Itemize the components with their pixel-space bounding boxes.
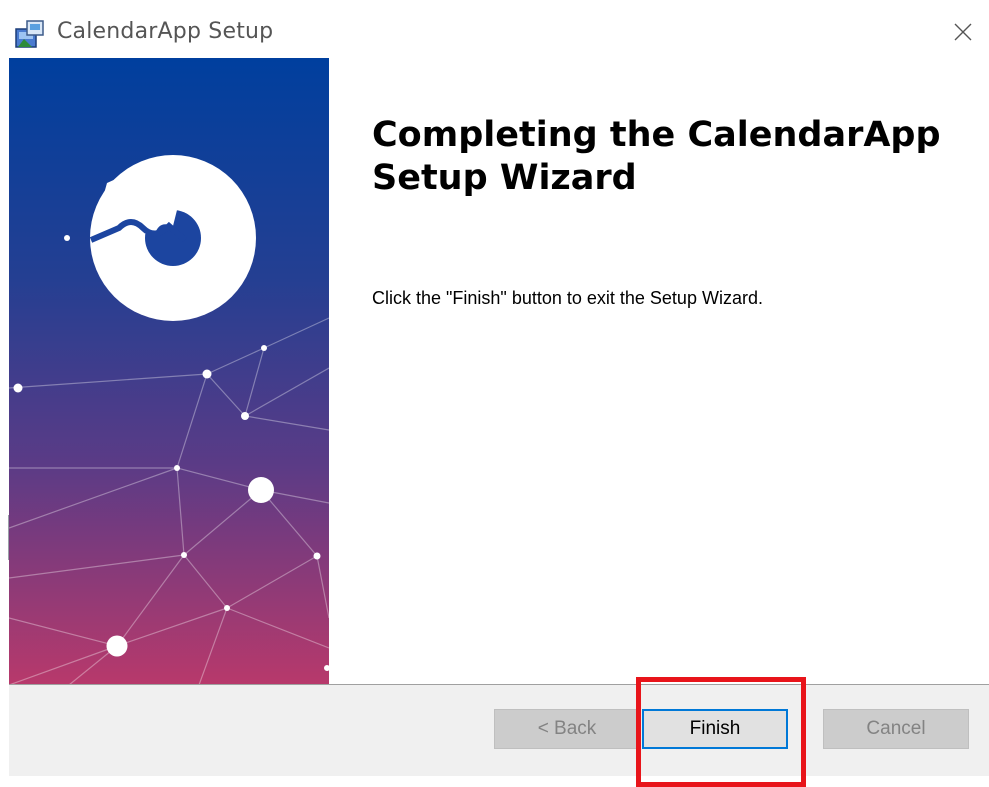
back-button[interactable]: < Back	[494, 709, 640, 749]
window-title: CalendarApp Setup	[57, 19, 274, 44]
wizard-banner-image	[9, 58, 329, 685]
close-icon	[954, 23, 972, 41]
installer-icon	[14, 17, 48, 51]
title-bar: CalendarApp Setup	[0, 0, 989, 60]
cancel-button[interactable]: Cancel	[823, 709, 969, 749]
finish-instruction-text: Click the "Finish" button to exit the Se…	[372, 288, 763, 308]
wizard-heading: Completing the CalendarApp Setup Wizard	[372, 115, 941, 198]
close-button[interactable]	[938, 10, 988, 54]
setup-window: CalendarApp Setup Completing the Calenda…	[0, 0, 989, 787]
finish-button[interactable]: Finish	[642, 709, 788, 749]
